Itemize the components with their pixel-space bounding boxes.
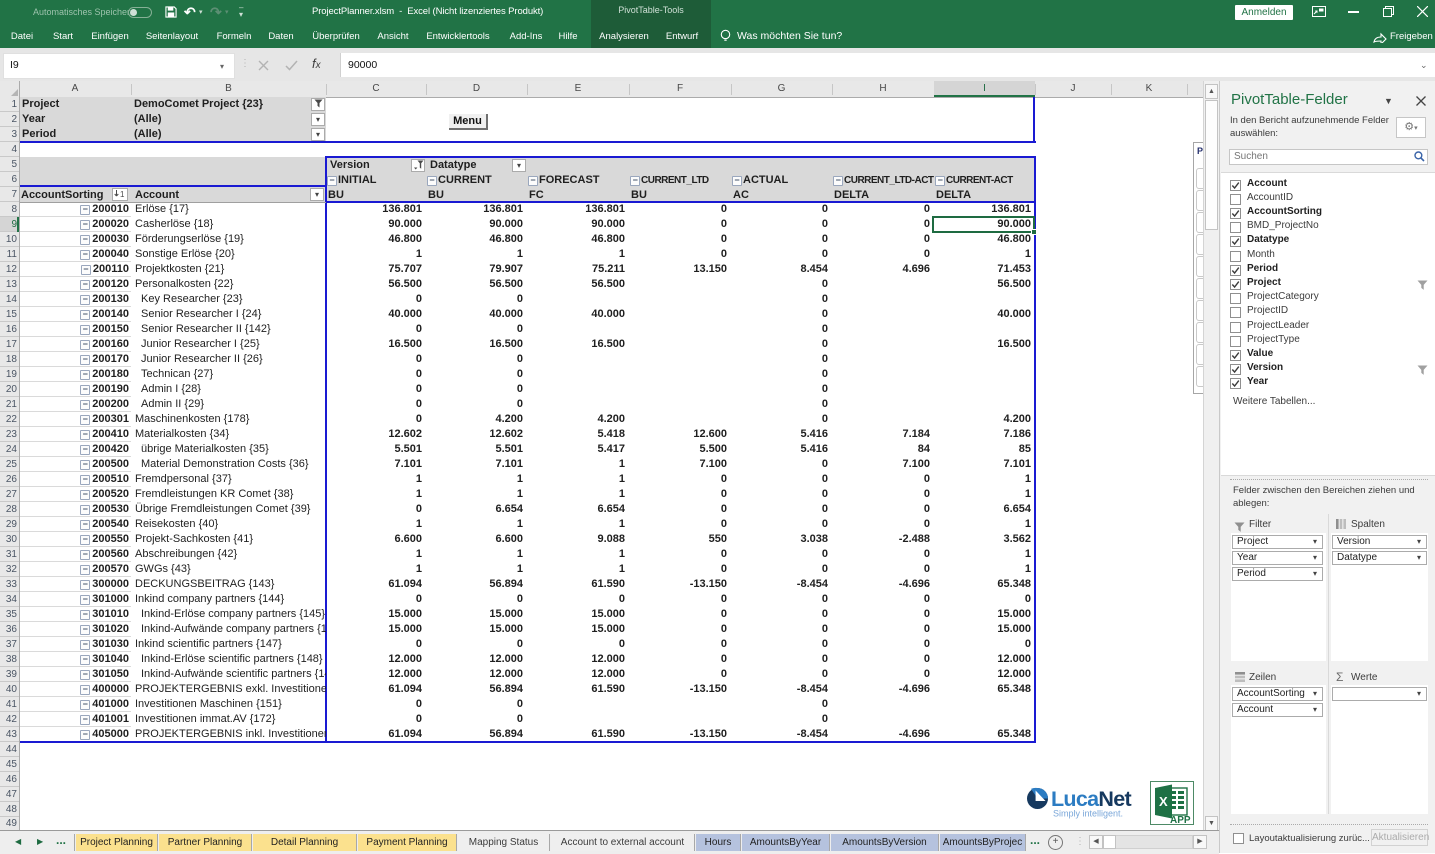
svg-text:X: X — [1159, 794, 1168, 809]
svg-text:1: 1 — [120, 190, 125, 199]
svg-text:Simply intelligent.: Simply intelligent. — [1053, 809, 1123, 819]
svg-text:LucaNet: LucaNet — [1051, 787, 1131, 811]
svg-text:APP: APP — [1170, 815, 1191, 824]
